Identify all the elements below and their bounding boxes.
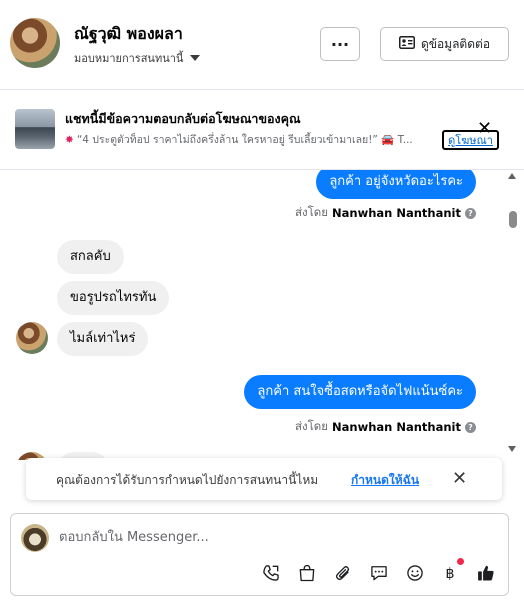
info-icon[interactable]: ? — [465, 421, 476, 433]
reply-input[interactable] — [59, 526, 489, 548]
svg-text:฿: ฿ — [445, 566, 454, 582]
emoji-icon[interactable] — [403, 561, 427, 585]
sent-by-name: Nanwhan Nanthanit — [332, 206, 461, 220]
ad-snippet: ✸ “4 ประตูตัวท็อป ราคาไม่ถึงครึ่งล้าน ใคร… — [65, 131, 440, 148]
ad-thumbnail — [15, 109, 55, 149]
bag-icon[interactable] — [295, 561, 319, 585]
assign-prompt: คุณต้องการได้รับการกำหนดไปยังการสนทนานี้… — [26, 458, 502, 500]
page-avatar — [21, 524, 49, 552]
view-contact-label: ดูข้อมูลติดต่อ — [420, 36, 491, 51]
scrollbar-thumb[interactable] — [509, 211, 517, 228]
assign-to-me-link[interactable]: กำหนดให้ฉัน — [351, 471, 419, 490]
outgoing-message[interactable]: ลูกค้า อยู่จังหวัดอะไรคะ — [316, 170, 476, 199]
caret-down-icon — [190, 55, 201, 61]
contact-name[interactable]: ณัฐวุฒิ พองผลา — [74, 22, 183, 47]
sent-by-label: ส่งโดย Nanwhan Nanthanit ? — [295, 204, 476, 222]
view-contact-button[interactable]: ดูข้อมูลติดต่อ — [380, 27, 509, 61]
notification-dot — [457, 558, 464, 565]
phone-icon[interactable] — [259, 561, 283, 585]
contact-avatar[interactable] — [10, 18, 60, 68]
incoming-message[interactable]: ไมล์เท่าไหร่ — [57, 322, 149, 356]
paperclip-icon[interactable] — [331, 561, 355, 585]
info-icon[interactable]: ? — [465, 207, 476, 219]
sent-by-name: Nanwhan Nanthanit — [332, 420, 461, 434]
ad-reply-banner: แชทนี้มีข้อความตอบกลับต่อโฆษณาของคุณ ✸ “4… — [0, 90, 524, 170]
ad-snippet-text: “4 ประตูตัวท็อป ราคาไม่ถึงครึ่งล้าน ใครห… — [76, 134, 413, 146]
reply-composer: ฿ — [10, 513, 509, 596]
incoming-message[interactable]: สกลคับ — [57, 240, 124, 274]
assign-prompt-text: คุณต้องการได้รับการกำหนดไปยังการสนทนานี้… — [56, 473, 319, 487]
thumbs-up-icon[interactable] — [474, 561, 498, 585]
scroll-down-arrow[interactable] — [508, 446, 516, 452]
outgoing-message[interactable]: ลูกค้า สนใจซื้อสดหรือจัดไฟแน้นซ์คะ — [244, 375, 476, 409]
sent-by-prefix: ส่งโดย — [294, 419, 329, 433]
more-icon: ··· — [330, 34, 350, 54]
view-ad-link[interactable]: ดูโฆษณา — [442, 130, 499, 150]
contact-card-icon — [398, 36, 415, 52]
sent-by-prefix: ส่งโดย — [294, 205, 329, 219]
close-icon[interactable]: ✕ — [452, 468, 467, 489]
message-thread[interactable]: ลูกค้า อยู่จังหวัดอะไรคะ ส่งโดย Nanwhan … — [0, 170, 524, 460]
assign-conversation-dropdown[interactable]: มอบหมายการสนทนานี้ — [74, 49, 201, 67]
chat-icon[interactable] — [367, 561, 391, 585]
ad-banner-title: แชทนี้มีข้อความตอบกลับต่อโฆษณาของคุณ — [65, 111, 301, 126]
more-options-button[interactable]: ··· — [320, 27, 360, 61]
conversation-header: ณัฐวุฒิ พองผลา มอบหมายการสนทนานี้ ··· ดู… — [0, 0, 524, 90]
sparkle-icon: ✸ — [65, 134, 74, 146]
sent-by-label: ส่งโดย Nanwhan Nanthanit ? — [295, 418, 476, 436]
scroll-up-arrow[interactable] — [508, 173, 516, 179]
contact-avatar-small — [16, 322, 48, 354]
assign-label: มอบหมายการสนทนานี้ — [74, 52, 184, 65]
incoming-message[interactable]: ขอรูปรถไทรทัน — [57, 281, 170, 315]
